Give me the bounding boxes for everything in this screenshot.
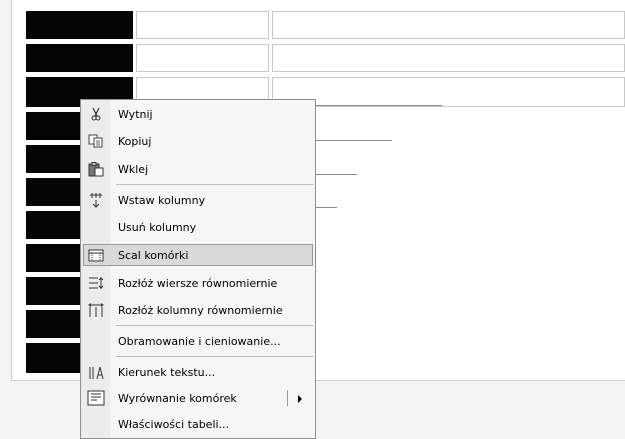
cut-icon [83, 103, 109, 125]
table-cell-selected[interactable] [26, 44, 133, 72]
menu-item-insert-columns[interactable]: Wstaw kolumny [83, 189, 313, 211]
menu-item-label: Rozłóż kolumny równomiernie [118, 303, 283, 317]
merge-cells-icon [83, 244, 109, 266]
table-gridline [312, 174, 357, 175]
menu-item-label: Właściwości tabeli... [118, 417, 230, 431]
menu-item-copy[interactable]: Kopiuj [83, 130, 313, 152]
menu-separator [116, 184, 313, 185]
table-cell[interactable] [136, 44, 269, 72]
menu-item-label: Scal komórki [118, 248, 189, 262]
menu-item-distribute-rows[interactable]: Rozłóż wiersze równomiernie [83, 272, 313, 294]
distribute-rows-icon [83, 272, 109, 294]
table-cell[interactable] [136, 11, 269, 39]
menu-item-label: Kopiuj [118, 134, 152, 148]
copy-icon [83, 130, 109, 152]
text-direction-icon [83, 361, 109, 383]
cell-alignment-icon [83, 387, 109, 409]
menu-item-label: Wstaw kolumny [118, 193, 206, 207]
insert-columns-icon [83, 189, 109, 211]
context-menu: Wytnij Kopiuj Wklej Wstaw kolumny Usuń k… [80, 99, 316, 439]
menu-item-cell-alignment[interactable]: Wyrównanie komórek [83, 387, 313, 409]
menu-item-label: Wytnij [118, 107, 153, 121]
menu-item-borders-shading[interactable]: Obramowanie i cieniowanie... [83, 330, 313, 352]
menu-item-paste[interactable]: Wklej [83, 158, 313, 180]
menu-separator [116, 325, 313, 326]
table-cell-selected[interactable] [26, 11, 133, 39]
menu-separator [116, 356, 313, 357]
menu-item-label: Wklej [118, 162, 149, 176]
menu-item-table-properties[interactable]: Właściwości tabeli... [83, 413, 313, 435]
menu-item-distribute-columns[interactable]: Rozłóż kolumny równomiernie [83, 299, 313, 321]
menu-item-label: Wyrównanie komórek [118, 391, 237, 405]
menu-item-cut[interactable]: Wytnij [83, 103, 313, 125]
distribute-columns-icon [83, 299, 109, 321]
table-cell[interactable] [272, 44, 625, 72]
paste-icon [83, 158, 109, 180]
submenu-arrow-icon [298, 395, 302, 403]
table-gridline [312, 140, 392, 141]
table-cell[interactable] [272, 77, 625, 107]
menu-item-label: Rozłóż wiersze równomiernie [118, 276, 278, 290]
submenu-divider [287, 390, 288, 406]
menu-item-label: Usuń kolumny [118, 220, 197, 234]
menu-item-label: Obramowanie i cieniowanie... [118, 334, 281, 348]
table-gridline [312, 105, 442, 106]
menu-item-delete-columns[interactable]: Usuń kolumny [83, 216, 313, 238]
menu-item-merge-cells[interactable]: Scal komórki [83, 244, 313, 266]
menu-item-label: Kierunek tekstu... [118, 365, 216, 379]
menu-item-text-direction[interactable]: Kierunek tekstu... [83, 361, 313, 383]
table-cell[interactable] [272, 11, 625, 39]
